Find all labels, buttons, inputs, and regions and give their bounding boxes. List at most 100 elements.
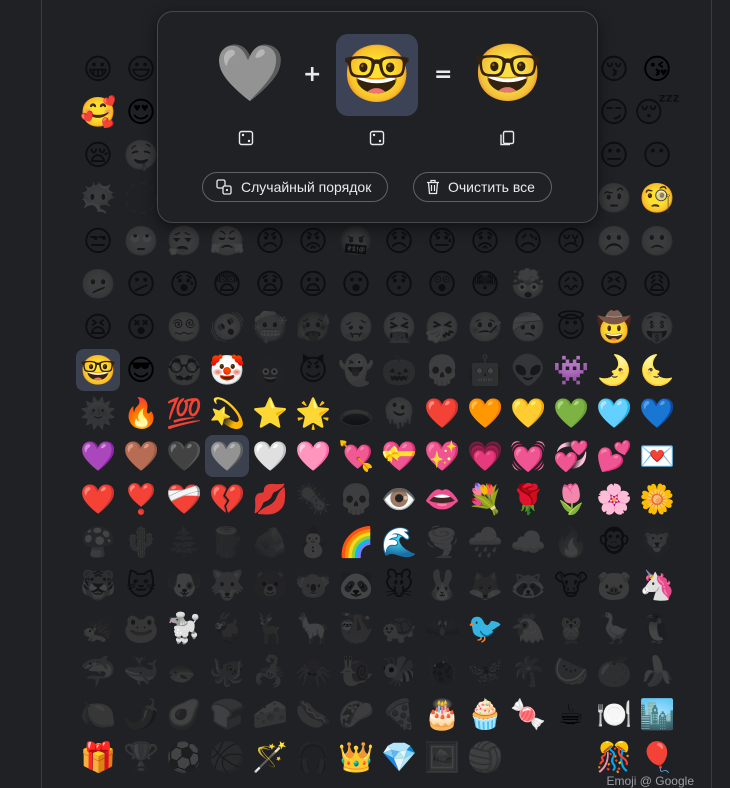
emoji-cell[interactable]: 😵 [119, 306, 163, 348]
emoji-cell[interactable]: ⭐ [248, 392, 292, 434]
emoji-cell[interactable]: 🐢 [377, 607, 421, 649]
emoji-cell[interactable]: 💫 [205, 392, 249, 434]
emoji-cell[interactable]: 🪵 [205, 521, 249, 563]
emoji-cell[interactable]: 🫠 [377, 392, 421, 434]
emoji-cell[interactable]: 🦂 [248, 650, 292, 692]
emoji-cell[interactable]: 🦝 [506, 564, 550, 606]
emoji-cell[interactable]: 🔥 [119, 392, 163, 434]
emoji-cell[interactable]: 🥰 [76, 91, 120, 133]
emoji-cell[interactable]: 💩 [248, 349, 292, 391]
emoji-cell[interactable]: 😈 [291, 349, 335, 391]
emoji-cell[interactable]: 🌲 [162, 521, 206, 563]
emoji-cell[interactable]: 😶 [635, 134, 679, 176]
emoji-cell[interactable]: 🤖 [463, 349, 507, 391]
emoji-cell[interactable]: 🐧 [635, 607, 679, 649]
emoji-cell[interactable]: 😲 [420, 263, 464, 305]
emoji-cell[interactable]: 😀 [76, 48, 120, 90]
emoji-cell[interactable]: 💕 [592, 435, 636, 477]
emoji-cell[interactable]: 🌹 [506, 478, 550, 520]
emoji-cell[interactable]: 😟 [463, 220, 507, 262]
emoji-cell[interactable]: 💔 [205, 478, 249, 520]
emoji-cell[interactable]: 😠 [248, 220, 292, 262]
emoji-cell[interactable]: 🙄 [119, 220, 163, 262]
emoji-cell[interactable]: 🐰 [420, 564, 464, 606]
emoji-cell[interactable]: 🐸 [119, 607, 163, 649]
emoji-cell[interactable]: 🐯 [76, 564, 120, 606]
emoji-cell[interactable]: 🐻 [248, 564, 292, 606]
emoji-cell[interactable]: 😎 [119, 349, 163, 391]
emoji-cell[interactable]: 🦥 [334, 607, 378, 649]
emoji-cell[interactable]: 💛 [506, 392, 550, 434]
emoji-cell[interactable]: 🐦 [463, 607, 507, 649]
dice-icon[interactable] [369, 130, 385, 146]
emoji-cell[interactable]: 🐐 [205, 607, 249, 649]
emoji-cell[interactable]: 🪿 [592, 607, 636, 649]
emoji-cell[interactable]: 😶‍🌫️ [76, 177, 120, 219]
emoji-cell[interactable]: 😖 [549, 263, 593, 305]
emoji-cell[interactable]: 🎃 [377, 349, 421, 391]
emoji-cell[interactable]: 🤮 [377, 306, 421, 348]
emoji-cell[interactable]: 🍄 [76, 521, 120, 563]
emoji-cell[interactable]: 🤕 [506, 306, 550, 348]
right-emoji-slot[interactable]: 🤓 [336, 34, 418, 116]
emoji-cell[interactable]: 💗 [463, 435, 507, 477]
emoji-cell[interactable]: 😮‍💨 [162, 220, 206, 262]
emoji-cell[interactable]: 😯 [377, 263, 421, 305]
copy-icon[interactable] [499, 130, 515, 146]
emoji-cell[interactable]: 🥸 [162, 349, 206, 391]
left-emoji-slot[interactable]: 🩶 [210, 34, 290, 114]
emoji-cell[interactable]: 🍉 [549, 650, 593, 692]
emoji-cell[interactable]: ☁️ [506, 521, 550, 563]
emoji-cell[interactable]: 💘 [334, 435, 378, 477]
emoji-cell[interactable]: 🎧 [291, 736, 335, 778]
emoji-cell[interactable]: 😘 [635, 48, 679, 90]
emoji-cell[interactable]: 😮 [334, 263, 378, 305]
emoji-cell[interactable]: 🕷️ [291, 650, 335, 692]
emoji-cell[interactable]: 😕 [119, 263, 163, 305]
emoji-cell[interactable]: 🫨 [205, 306, 249, 348]
emoji-cell[interactable]: 🖼️ [420, 736, 464, 778]
emoji-cell[interactable]: 🧀 [248, 693, 292, 735]
emoji-cell[interactable]: 😵‍💫 [162, 306, 206, 348]
emoji-cell[interactable]: 🥶 [248, 306, 292, 348]
emoji-cell[interactable]: 🌛 [592, 349, 636, 391]
emoji-cell[interactable]: 🏙️ [635, 693, 679, 735]
emoji-cell[interactable]: 💜 [76, 435, 120, 477]
emoji-cell[interactable]: 💐 [463, 478, 507, 520]
emoji-cell[interactable]: 👄 [420, 478, 464, 520]
emoji-cell[interactable]: 🌼 [635, 478, 679, 520]
emoji-cell[interactable]: 😞 [377, 220, 421, 262]
emoji-cell[interactable]: 🧐 [635, 177, 679, 219]
emoji-cell[interactable]: 🩷 [291, 435, 335, 477]
emoji-cell[interactable]: 🤨 [592, 177, 636, 219]
emoji-cell[interactable]: 🐵 [592, 521, 636, 563]
emoji-cell[interactable]: 🤧 [420, 306, 464, 348]
emoji-cell[interactable]: 😒 [76, 220, 120, 262]
emoji-cell[interactable]: 🤡 [205, 349, 249, 391]
emoji-cell[interactable]: 😣 [592, 263, 636, 305]
emoji-cell[interactable]: 🤒 [463, 306, 507, 348]
emoji-cell[interactable]: 💌 [635, 435, 679, 477]
emoji-cell[interactable]: 🥵 [291, 306, 335, 348]
emoji-cell[interactable]: 🍕 [377, 693, 421, 735]
emoji-cell[interactable]: 🖤 [162, 435, 206, 477]
emoji-cell[interactable]: 👽 [506, 349, 550, 391]
emoji-cell[interactable]: 🌮 [334, 693, 378, 735]
emoji-cell[interactable]: 🦉 [549, 607, 593, 649]
random-order-button[interactable]: Случайный порядок [202, 172, 389, 202]
emoji-cell[interactable]: 🍽️ [592, 693, 636, 735]
emoji-cell[interactable]: 🌧️ [463, 521, 507, 563]
emoji-cell[interactable]: 🦈 [76, 650, 120, 692]
emoji-cell[interactable]: 😧 [248, 263, 292, 305]
emoji-cell[interactable]: 🤑 [635, 306, 679, 348]
emoji-cell[interactable]: 🫤 [76, 263, 120, 305]
emoji-cell[interactable]: 🦋 [463, 650, 507, 692]
emoji-cell[interactable]: ❤️ [420, 392, 464, 434]
emoji-cell[interactable]: 🦁 [635, 521, 679, 563]
emoji-cell[interactable]: 😩 [635, 263, 679, 305]
emoji-cell[interactable]: 🍊 [592, 650, 636, 692]
emoji-cell[interactable]: 😪 [76, 134, 120, 176]
emoji-cell[interactable]: 🕳️ [334, 392, 378, 434]
emoji-cell[interactable]: 🧡 [463, 392, 507, 434]
emoji-cell[interactable]: 🌊 [377, 521, 421, 563]
